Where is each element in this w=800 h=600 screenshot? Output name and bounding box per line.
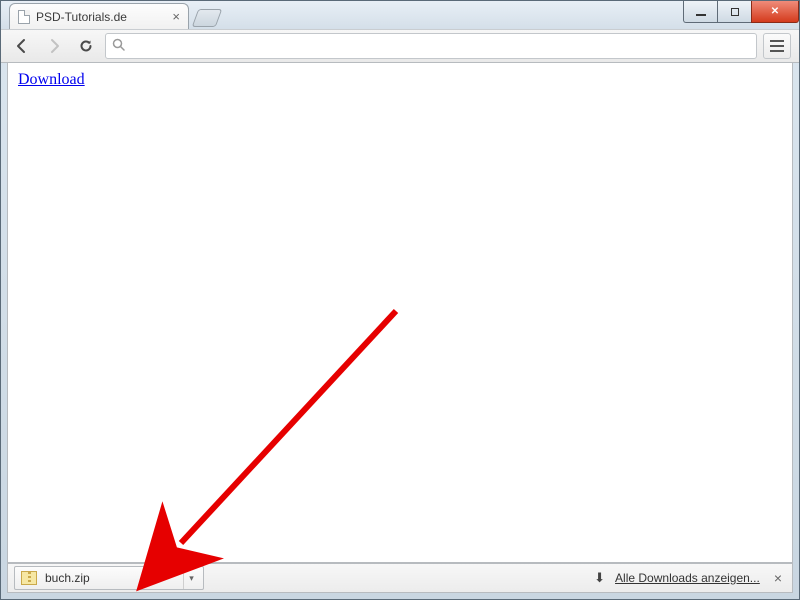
omnibox[interactable] (105, 33, 757, 59)
minimize-button[interactable] (683, 1, 717, 23)
back-button[interactable] (9, 33, 35, 59)
show-all-downloads-link[interactable]: Alle Downloads anzeigen... (615, 571, 760, 585)
toolbar (1, 29, 799, 63)
download-arrow-icon: ⬇ (594, 570, 605, 586)
tab-title: PSD-Tutorials.de (36, 10, 127, 24)
browser-tab[interactable]: PSD-Tutorials.de × (9, 3, 189, 29)
forward-button[interactable] (41, 33, 67, 59)
search-icon (112, 38, 125, 54)
page-body: Download (8, 63, 792, 97)
url-input[interactable] (131, 35, 750, 57)
download-filename: buch.zip (45, 571, 90, 585)
window-frame: ✕ PSD-Tutorials.de × (0, 0, 800, 600)
forward-icon (46, 38, 62, 54)
maximize-button[interactable] (717, 1, 751, 23)
zip-icon (21, 571, 37, 585)
download-item-menu-button[interactable]: ▾ (183, 567, 199, 589)
titlebar: ✕ PSD-Tutorials.de × (1, 1, 799, 29)
reload-icon (78, 38, 94, 54)
menu-button[interactable] (763, 33, 791, 59)
download-item[interactable]: buch.zip ▾ (14, 566, 204, 590)
close-window-button[interactable]: ✕ (751, 1, 799, 23)
page-icon (18, 10, 30, 24)
download-shelf-right: ⬇ Alle Downloads anzeigen... × (594, 570, 786, 586)
close-tab-button[interactable]: × (172, 9, 180, 24)
reload-button[interactable] (73, 33, 99, 59)
page-viewport: Download (7, 63, 793, 563)
download-shelf: buch.zip ▾ ⬇ Alle Downloads anzeigen... … (7, 563, 793, 593)
tabstrip: PSD-Tutorials.de × (9, 3, 219, 29)
new-tab-button[interactable] (192, 9, 223, 27)
close-download-shelf-button[interactable]: × (770, 570, 786, 586)
back-icon (14, 38, 30, 54)
window-controls: ✕ (683, 1, 799, 23)
download-link[interactable]: Download (18, 71, 85, 88)
menu-icon (770, 40, 784, 42)
close-icon: ✕ (771, 6, 779, 17)
